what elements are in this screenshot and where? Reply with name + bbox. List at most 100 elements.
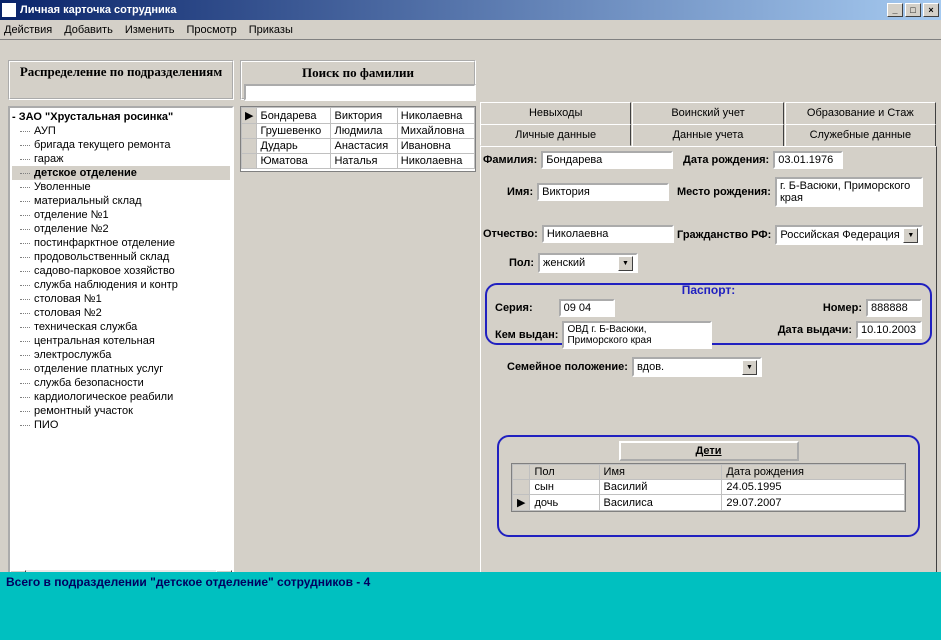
grid-cell[interactable]: Николаевна <box>397 154 474 169</box>
children-button[interactable]: Дети <box>619 441 799 461</box>
chevron-down-icon[interactable]: ▼ <box>618 256 633 271</box>
marital-label: Семейное положение: <box>507 361 628 373</box>
tree-item[interactable]: служба безопасности <box>12 376 230 390</box>
tree-item[interactable]: отделение платных услуг <box>12 362 230 376</box>
chevron-down-icon[interactable]: ▼ <box>903 228 918 243</box>
employee-grid[interactable]: ▶БондареваВикторияНиколаевнаГрушевенкоЛю… <box>240 106 476 172</box>
row-selector[interactable] <box>242 124 257 139</box>
status-text: Всего в подразделении "детское отделение… <box>0 572 941 592</box>
tab-account[interactable]: Данные учета <box>632 124 783 146</box>
grid-cell[interactable]: Николаевна <box>397 108 474 124</box>
tab-personal[interactable]: Личные данные <box>480 124 631 146</box>
series-field[interactable]: 09 04 <box>559 299 615 317</box>
grid-cell[interactable]: дочь <box>530 495 599 511</box>
menu-add[interactable]: Добавить <box>64 24 113 36</box>
grid-cell[interactable]: Виктория <box>331 108 397 124</box>
issue-date-field[interactable]: 10.10.2003 <box>856 321 922 339</box>
row-selector[interactable] <box>242 139 257 154</box>
tab-education[interactable]: Образование и Стаж <box>785 102 936 124</box>
menu-view[interactable]: Просмотр <box>186 24 236 36</box>
number-label: Номер: <box>823 302 862 314</box>
grid-cell[interactable]: Бондарева <box>257 108 331 124</box>
marital-select[interactable]: вдов.▼ <box>632 357 762 377</box>
tree-item[interactable]: техническая служба <box>12 320 230 334</box>
tree-item[interactable]: продовольственный склад <box>12 250 230 264</box>
tree-item[interactable]: центральная котельная <box>12 334 230 348</box>
app-icon <box>2 3 16 17</box>
surname-field[interactable]: Бондарева <box>541 151 673 169</box>
grid-cell[interactable]: сын <box>530 480 599 495</box>
grid-cell[interactable]: Грушевенко <box>257 124 331 139</box>
passport-title: Паспорт: <box>487 283 930 297</box>
grid-cell[interactable]: 29.07.2007 <box>722 495 905 511</box>
tree-item[interactable]: АУП <box>12 124 230 138</box>
grid-cell[interactable]: 24.05.1995 <box>722 480 905 495</box>
close-button[interactable]: × <box>923 3 939 17</box>
search-panel: Поиск по фамилии <box>240 60 476 100</box>
series-label: Серия: <box>495 302 533 314</box>
grid-cell[interactable]: Анастасия <box>331 139 397 154</box>
menu-actions[interactable]: Действия <box>4 24 52 36</box>
tab-absences[interactable]: Невыходы <box>480 102 631 124</box>
tree-item[interactable]: ПИО <box>12 418 230 432</box>
row-selector[interactable]: ▶ <box>242 108 257 124</box>
sex-label: Пол: <box>509 257 534 269</box>
tree-item[interactable]: кардиологическое реабили <box>12 390 230 404</box>
col-header[interactable]: Дата рождения <box>722 465 905 480</box>
number-field[interactable]: 888888 <box>866 299 922 317</box>
row-selector[interactable] <box>513 480 530 495</box>
tree-item[interactable]: отделение №2 <box>12 222 230 236</box>
menu-edit[interactable]: Изменить <box>125 24 175 36</box>
grid-cell[interactable]: Наталья <box>331 154 397 169</box>
menu-orders[interactable]: Приказы <box>249 24 293 36</box>
grid-cell[interactable]: Михайловна <box>397 124 474 139</box>
col-header[interactable]: Пол <box>530 465 599 480</box>
grid-cell[interactable]: Василиса <box>599 495 722 511</box>
grid-cell[interactable]: Ивановна <box>397 139 474 154</box>
chevron-down-icon[interactable]: ▼ <box>742 360 757 375</box>
col-header[interactable]: Имя <box>599 465 722 480</box>
sex-select[interactable]: женский▼ <box>538 253 638 273</box>
grid-cell[interactable]: Людмила <box>331 124 397 139</box>
issued-label: Кем выдан: <box>495 329 558 341</box>
row-selector[interactable] <box>242 154 257 169</box>
cit-select[interactable]: Российская Федерация▼ <box>775 225 923 245</box>
maximize-button[interactable]: □ <box>905 3 921 17</box>
tree-item[interactable]: гараж <box>12 152 230 166</box>
department-tree[interactable]: - ЗАО "Хрустальная росинка"АУПбригада те… <box>8 106 234 588</box>
grid-cell[interactable]: Василий <box>599 480 722 495</box>
tab-service[interactable]: Служебные данные <box>785 124 936 146</box>
grid-cell[interactable]: Юматова <box>257 154 331 169</box>
tree-item[interactable]: постинфарктное отделение <box>12 236 230 250</box>
passport-group: Паспорт: Серия: 09 04 Номер: 888888 Кем вы… <box>485 283 932 345</box>
tree-item[interactable]: ремонтный участок <box>12 404 230 418</box>
children-table[interactable]: ПолИмяДата рождения сынВасилий24.05.1995 ▶… <box>511 463 906 512</box>
tree-item[interactable]: столовая №1 <box>12 292 230 306</box>
tree-item[interactable]: служба наблюдения и контр <box>12 278 230 292</box>
tree-item[interactable]: детское отделение <box>12 166 230 180</box>
tree-item[interactable]: электрослужба <box>12 348 230 362</box>
pob-label: Место рождения: <box>677 186 771 198</box>
patr-field[interactable]: Николаевна <box>542 225 674 243</box>
tree-item[interactable]: материальный склад <box>12 194 230 208</box>
row-selector[interactable]: ▶ <box>513 495 530 511</box>
issued-field[interactable]: ОВД г. Б-Васюки, Приморского края <box>562 321 712 349</box>
departments-panel: Распределение по подразделениям <box>8 60 234 100</box>
tree-item[interactable]: Уволенные <box>12 180 230 194</box>
tree-item[interactable]: садово-парковое хозяйство <box>12 264 230 278</box>
tree-item[interactable]: отделение №1 <box>12 208 230 222</box>
tab-military[interactable]: Воинский учет <box>632 102 783 124</box>
search-input[interactable] <box>244 84 476 101</box>
tree-item[interactable]: бригада текущего ремонта <box>12 138 230 152</box>
name-field[interactable]: Виктория <box>537 183 669 201</box>
grid-cell[interactable]: Дударь <box>257 139 331 154</box>
minimize-button[interactable]: _ <box>887 3 903 17</box>
dob-field[interactable]: 03.01.1976 <box>773 151 843 169</box>
tree-root[interactable]: - ЗАО "Хрустальная росинка" <box>12 110 230 124</box>
tree-item[interactable]: столовая №2 <box>12 306 230 320</box>
pob-field[interactable]: г. Б-Васюки, Приморского края <box>775 177 923 207</box>
title-bar: Личная карточка сотрудника _ □ × <box>0 0 941 20</box>
patr-label: Отчество: <box>483 228 538 240</box>
surname-label: Фамилия: <box>483 154 537 166</box>
tab-content: Фамилия:Бондарева Дата рождения:03.01.19… <box>480 146 937 594</box>
